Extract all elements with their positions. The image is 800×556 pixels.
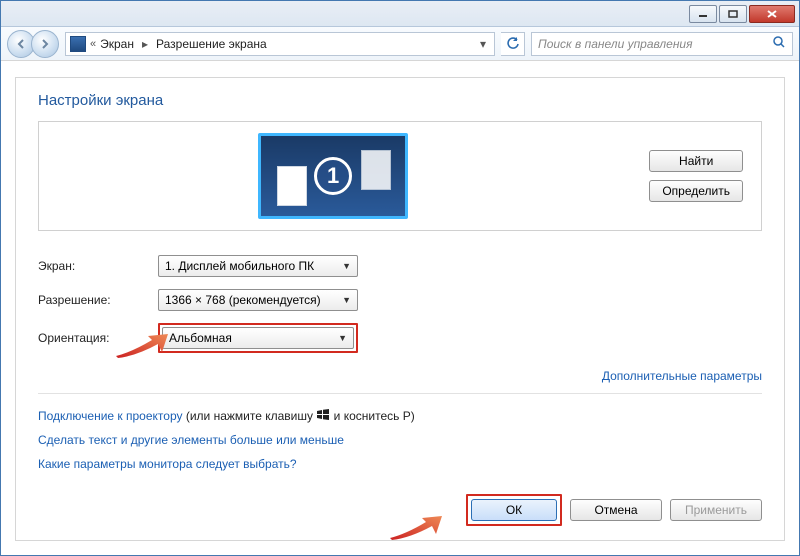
help-links: Подключение к проектору (или нажмите кла…	[38, 408, 762, 471]
page-title: Настройки экрана	[38, 92, 762, 109]
display-value: 1. Дисплей мобильного ПК	[165, 259, 314, 273]
advanced-params-link[interactable]: Дополнительные параметры	[602, 369, 762, 383]
display-select[interactable]: 1. Дисплей мобильного ПК ▼	[158, 255, 358, 277]
monitor-params-link[interactable]: Какие параметры монитора следует выбрать…	[38, 457, 762, 471]
text-size-link[interactable]: Сделать текст и другие элементы больше и…	[38, 433, 762, 447]
orientation-value: Альбомная	[169, 331, 232, 345]
titlebar	[1, 1, 799, 27]
minimize-button[interactable]	[689, 5, 717, 23]
breadcrumb-root: «	[90, 38, 96, 50]
chevron-down-icon: ▼	[342, 261, 351, 271]
dialog-buttons: ОК Отмена Применить	[466, 494, 762, 526]
window: « Экран ▸ Разрешение экрана ▾ Поиск в па…	[0, 0, 800, 556]
annotation-arrow	[112, 332, 172, 360]
control-panel-icon	[70, 36, 86, 52]
breadcrumb-dropdown[interactable]: ▾	[476, 37, 490, 51]
resolution-label: Разрешение:	[38, 293, 158, 307]
search-icon	[772, 35, 786, 52]
resolution-value: 1366 × 768 (рекомендуется)	[165, 293, 321, 307]
display-preview-box: 1 Найти Определить	[38, 121, 762, 231]
orientation-highlight: Альбомная ▼	[158, 323, 358, 353]
orientation-select[interactable]: Альбомная ▼	[162, 327, 354, 349]
maximize-button[interactable]	[719, 5, 747, 23]
breadcrumb-item-resolution[interactable]: Разрешение экрана	[156, 37, 267, 51]
chevron-right-icon[interactable]: ▸	[138, 37, 152, 51]
projector-hint-post: и коснитесь P)	[330, 409, 414, 423]
identify-button[interactable]: Определить	[649, 180, 743, 202]
find-button[interactable]: Найти	[649, 150, 743, 172]
navbar: « Экран ▸ Разрешение экрана ▾ Поиск в па…	[1, 27, 799, 61]
search-placeholder: Поиск в панели управления	[538, 37, 693, 51]
refresh-button[interactable]	[501, 32, 525, 56]
search-input[interactable]: Поиск в панели управления	[531, 32, 793, 56]
content-panel: Настройки экрана 1 Найти Определить Экра…	[15, 77, 785, 541]
projector-link[interactable]: Подключение к проектору	[38, 409, 183, 423]
ok-button[interactable]: ОК	[471, 499, 557, 521]
resolution-select[interactable]: 1366 × 768 (рекомендуется) ▼	[158, 289, 358, 311]
apply-button[interactable]: Применить	[670, 499, 762, 521]
breadcrumb-item-display[interactable]: Экран	[100, 37, 134, 51]
windows-key-icon	[316, 408, 330, 420]
breadcrumb[interactable]: « Экран ▸ Разрешение экрана ▾	[65, 32, 495, 56]
projector-hint-pre: (или нажмите клавишу	[183, 409, 317, 423]
chevron-down-icon: ▼	[338, 333, 347, 343]
monitor-number: 1	[314, 157, 352, 195]
close-button[interactable]	[749, 5, 795, 23]
nav-back-forward	[7, 30, 59, 58]
divider	[38, 393, 762, 394]
chevron-down-icon: ▼	[342, 295, 351, 305]
display-label: Экран:	[38, 259, 158, 273]
cancel-button[interactable]: Отмена	[570, 499, 662, 521]
forward-button[interactable]	[31, 30, 59, 58]
annotation-arrow	[386, 514, 446, 542]
monitor-preview[interactable]: 1	[57, 133, 609, 219]
ok-highlight: ОК	[466, 494, 562, 526]
